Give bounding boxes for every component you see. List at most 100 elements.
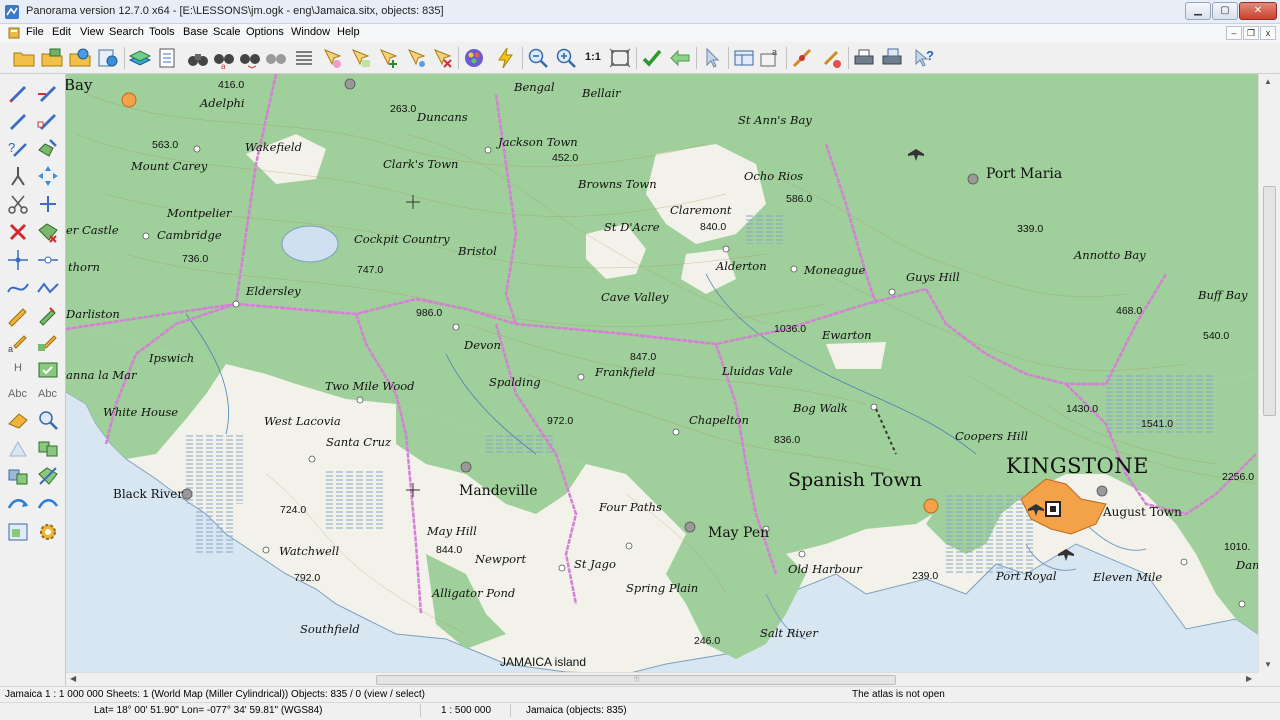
- copy-object-icon[interactable]: [36, 304, 60, 328]
- pen-icon[interactable]: [6, 80, 30, 104]
- generalize-icon[interactable]: [36, 276, 60, 300]
- open-folder-icon[interactable]: [12, 46, 36, 70]
- edit-pen-icon[interactable]: [6, 108, 30, 132]
- clear-select-icon[interactable]: [430, 46, 454, 70]
- menu-window[interactable]: Window: [291, 26, 330, 38]
- settings-gear-icon[interactable]: [36, 520, 60, 544]
- layers-icon[interactable]: [128, 46, 152, 70]
- minimize-button[interactable]: ▁: [1185, 2, 1211, 20]
- map-canvas[interactable]: Bay Bengal Bellair 416.0 Adelphi 263.0 D…: [66, 74, 1258, 672]
- menu-options[interactable]: Options: [246, 26, 284, 38]
- menu-help[interactable]: Help: [337, 26, 360, 38]
- scissors-icon[interactable]: [6, 192, 30, 216]
- lightning-icon[interactable]: [494, 46, 518, 70]
- fit-extent-icon[interactable]: [608, 46, 632, 70]
- ruler-pencil-icon[interactable]: [6, 304, 30, 328]
- menu-tools[interactable]: Tools: [149, 26, 175, 38]
- horizontal-scrollbar[interactable]: ◀ ⦙⦙⦙ ▶: [66, 672, 1258, 686]
- select-point-icon[interactable]: [404, 46, 428, 70]
- edit-node-icon[interactable]: [36, 108, 60, 132]
- pen-line-icon[interactable]: [36, 80, 60, 104]
- vertical-scrollbar[interactable]: ▲ ▼: [1258, 74, 1280, 672]
- label-pencil-icon[interactable]: a: [6, 330, 30, 354]
- open-project-icon[interactable]: [68, 46, 92, 70]
- pattern-icon[interactable]: [6, 436, 30, 460]
- zoom-out-icon[interactable]: [526, 46, 550, 70]
- document-icon[interactable]: [8, 27, 20, 39]
- vertical-scroll-thumb[interactable]: [1263, 186, 1276, 416]
- fill-pencil-icon[interactable]: [36, 330, 60, 354]
- window-grid-icon[interactable]: [732, 46, 756, 70]
- binoculars-icon[interactable]: [186, 46, 210, 70]
- print-icon[interactable]: [852, 46, 876, 70]
- polygon-edit-icon[interactable]: [36, 136, 60, 160]
- area-fill-icon[interactable]: [36, 358, 60, 382]
- scale-one-to-one-button[interactable]: 1:1: [585, 51, 601, 63]
- status-atlas: The atlas is not open: [852, 689, 945, 700]
- select-area-icon[interactable]: [348, 46, 372, 70]
- mdi-minimize-button[interactable]: –: [1226, 26, 1242, 40]
- maximize-button[interactable]: ▢: [1212, 2, 1238, 20]
- text-frame-icon[interactable]: a: [758, 46, 782, 70]
- scroll-right-icon[interactable]: ▶: [1246, 674, 1252, 683]
- binoculars-next-icon[interactable]: [238, 46, 262, 70]
- search-zoom-icon[interactable]: [36, 408, 60, 432]
- map-catalog-icon[interactable]: [96, 46, 120, 70]
- text-tool-label[interactable]: Abc: [8, 388, 27, 400]
- list-icon[interactable]: [292, 46, 316, 70]
- menu-view[interactable]: View: [80, 26, 104, 38]
- context-help-icon[interactable]: ?: [912, 46, 936, 70]
- binoculars-area-icon[interactable]: [264, 46, 288, 70]
- label-devon: Devon: [464, 338, 501, 352]
- palette-icon[interactable]: [462, 46, 486, 70]
- height-tool-label[interactable]: H: [14, 362, 22, 374]
- scroll-up-icon[interactable]: ▲: [1264, 77, 1272, 86]
- mdi-restore-button[interactable]: ❐: [1243, 26, 1259, 40]
- menu-edit[interactable]: Edit: [52, 26, 71, 38]
- binoculars-text-icon[interactable]: a: [212, 46, 236, 71]
- text-edit-label[interactable]: Abc: [38, 388, 57, 400]
- menu-scale[interactable]: Scale: [213, 26, 241, 38]
- checkmark-icon[interactable]: [640, 46, 664, 70]
- open-map-icon[interactable]: [40, 46, 64, 70]
- split-line-icon[interactable]: [36, 248, 60, 272]
- window-select-icon[interactable]: [6, 520, 30, 544]
- delete-icon[interactable]: [6, 220, 30, 244]
- pointer-icon[interactable]: [700, 46, 724, 70]
- delete-segment-icon[interactable]: [36, 220, 60, 244]
- label-guys-hill: Guys Hill: [906, 270, 960, 284]
- back-arrow-icon[interactable]: [668, 46, 692, 70]
- smooth-line-icon[interactable]: [6, 276, 30, 300]
- eraser-icon[interactable]: [6, 408, 30, 432]
- status-bar-bottom: Lat= 18° 00' 51.90" Lon= -077° 34' 59.81…: [0, 702, 1280, 720]
- layer-list-icon[interactable]: [156, 46, 180, 70]
- menu-search[interactable]: Search: [109, 26, 144, 38]
- label-ipswich: Ipswich: [149, 351, 195, 365]
- menu-file[interactable]: File: [26, 26, 44, 38]
- help-pen-icon[interactable]: ?: [6, 136, 30, 160]
- rotate-arrow-icon[interactable]: [36, 492, 60, 516]
- menu-base[interactable]: Base: [183, 26, 208, 38]
- select-object-icon[interactable]: [320, 46, 344, 70]
- zoom-in-icon[interactable]: [554, 46, 578, 70]
- label-bellair: Bellair: [582, 86, 621, 100]
- scroll-left-icon[interactable]: ◀: [70, 674, 76, 683]
- cut-polygon-icon[interactable]: [36, 464, 60, 488]
- close-button[interactable]: ✕: [1239, 2, 1277, 20]
- mdi-close-button[interactable]: x: [1260, 26, 1276, 40]
- move-node-icon[interactable]: [36, 192, 60, 216]
- curve-arrow-icon[interactable]: [6, 492, 30, 516]
- elev-586: 586.0: [786, 193, 813, 205]
- measure-tool-icon[interactable]: [790, 46, 814, 70]
- route-pin-icon[interactable]: [820, 46, 844, 70]
- transform-icon[interactable]: [36, 164, 60, 188]
- label-white-house: White House: [103, 405, 179, 419]
- add-point-icon[interactable]: [6, 248, 30, 272]
- split-tool-icon[interactable]: [6, 164, 30, 188]
- print-preview-icon[interactable]: [880, 46, 904, 70]
- join-objects-icon[interactable]: [6, 464, 30, 488]
- add-select-icon[interactable]: [376, 46, 400, 70]
- merge-icon[interactable]: [36, 436, 60, 460]
- scroll-down-icon[interactable]: ▼: [1264, 660, 1272, 669]
- label-eldersley: Eldersley: [246, 284, 301, 298]
